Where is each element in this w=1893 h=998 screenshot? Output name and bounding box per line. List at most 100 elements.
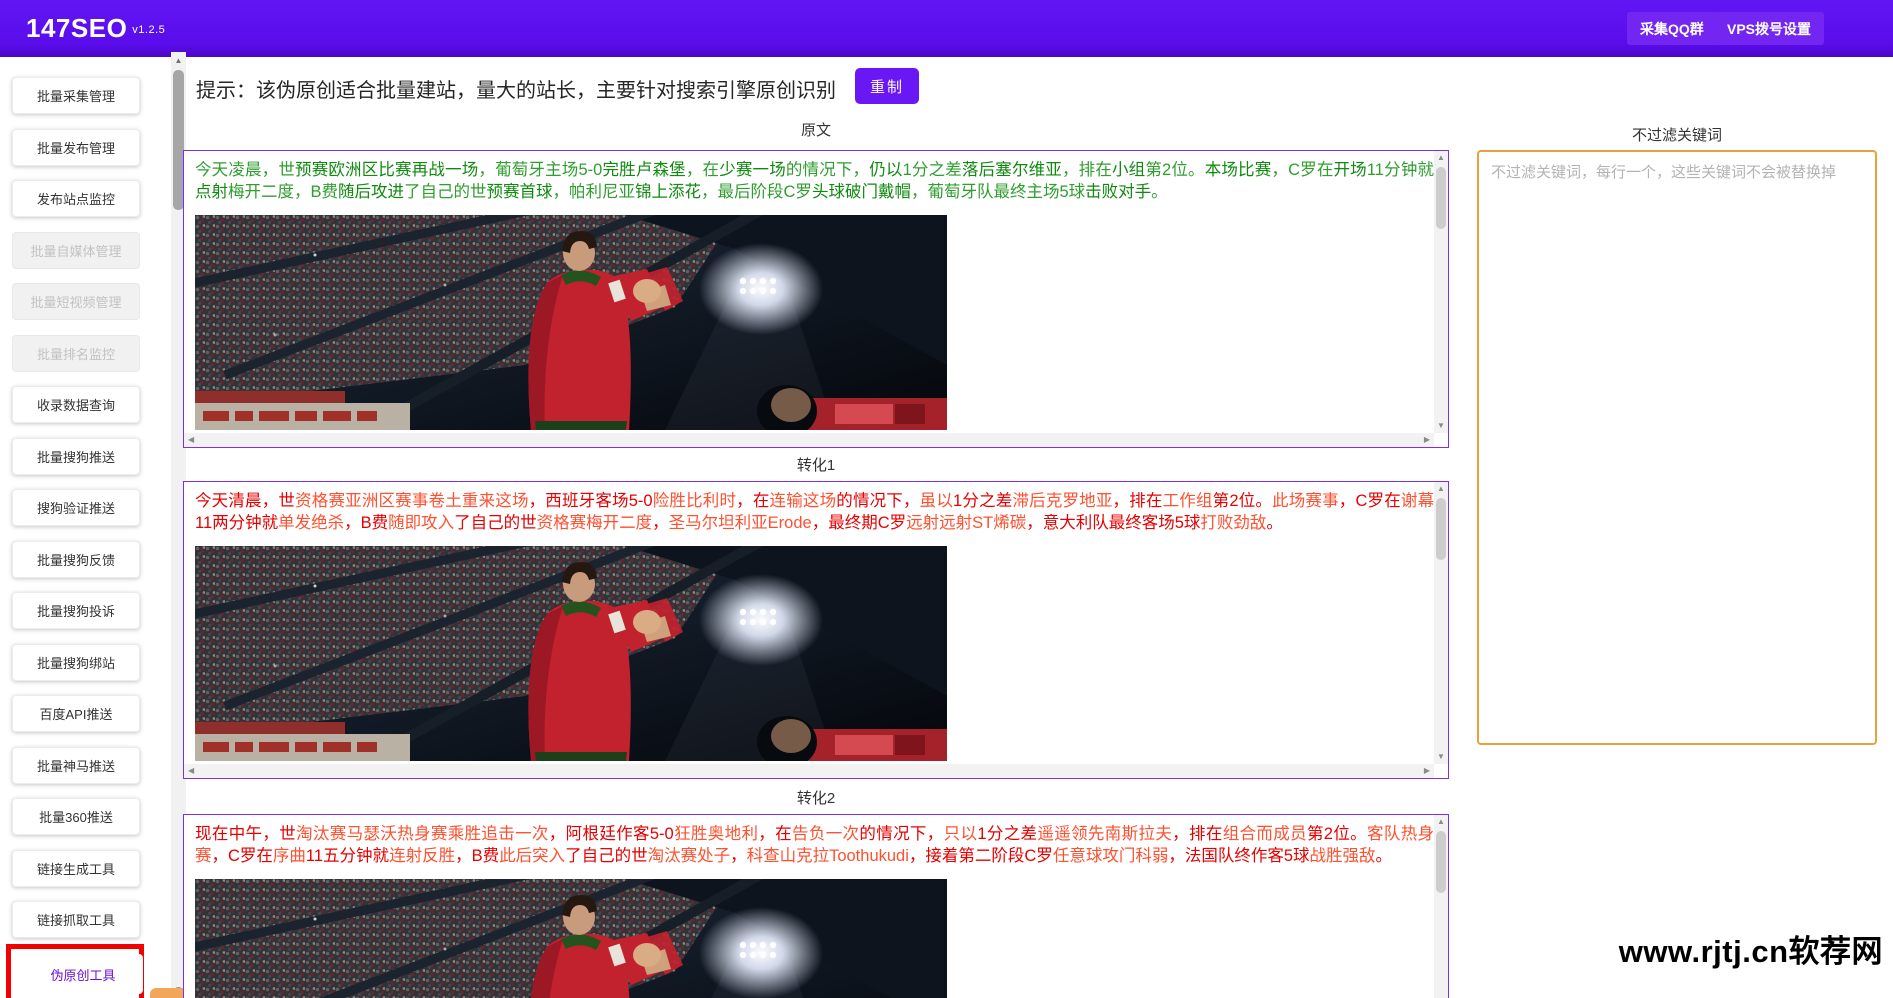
sidebar-item[interactable]: 批量采集管理: [12, 77, 140, 114]
text-segment: 梅开二度，B费: [228, 183, 338, 201]
text-segment: 今天清晨，世: [195, 492, 295, 510]
article-image: [195, 215, 947, 430]
sidebar-item[interactable]: 批量360推送: [12, 798, 140, 835]
article-scrollbar-thumb[interactable]: [1436, 498, 1446, 560]
text-segment: 此后突入: [499, 847, 565, 865]
text-segment: 本场比赛: [1205, 161, 1272, 179]
sidebar-item: 批量短视频管理: [12, 283, 140, 320]
text-segment: 预赛首球: [487, 183, 553, 201]
scroll-up-arrow-icon[interactable]: ▲: [1437, 485, 1445, 493]
sidebar-item: 批量排名监控: [12, 335, 140, 372]
scroll-up-arrow-icon[interactable]: ▲: [171, 53, 186, 68]
text-segment: 资格赛亚洲区赛事卷土重来这场: [295, 492, 529, 510]
article-scrollbar-thumb[interactable]: [1436, 167, 1446, 229]
article-scrollbar-thumb[interactable]: [1436, 831, 1446, 893]
page: 147SEOv1.2.5 采集QQ群 VPS拨号设置 批量采集管理批量发布管理发…: [0, 0, 1893, 998]
text-segment: 远射远射ST烯碳: [906, 514, 1026, 532]
text-segment: 。: [1376, 847, 1393, 865]
text-segment: ，西班牙客场5-0: [529, 492, 653, 510]
sidebar-item[interactable]: 伪原创工具: [23, 954, 143, 994]
hint-text: 提示：该伪原创适合批量建站，量大的站长，主要针对搜索引擎原创识别: [196, 74, 836, 103]
sidebar-item[interactable]: 发布站点监控: [12, 180, 140, 217]
sidebar-item[interactable]: 批量搜狗反馈: [12, 541, 140, 578]
text-segment: 圣马尔坦利亚Erode: [669, 514, 812, 532]
text-segment: ，在: [686, 161, 719, 179]
header-nav-qq-group[interactable]: 采集QQ群: [1627, 12, 1717, 45]
article-panel: 今天凌晨，世预赛欧洲区比赛再战一场，葡萄牙主场5-0完胜卢森堡，在少赛一场的情况…: [183, 150, 1449, 448]
sidebar-item[interactable]: 批量搜狗推送: [12, 438, 140, 475]
text-segment: ，最后阶段C罗: [701, 183, 812, 201]
text-segment: 打败劲敌: [1200, 514, 1266, 532]
text-segment: 今天凌晨，世: [195, 161, 295, 179]
article-vertical-scrollbar[interactable]: ▲ ▼: [1434, 151, 1448, 433]
sidebar-item[interactable]: 批量神马推送: [12, 747, 140, 784]
text-segment: 第2位。: [1145, 161, 1204, 179]
scroll-up-arrow-icon[interactable]: ▲: [1437, 818, 1445, 826]
text-segment: 小组: [1112, 161, 1145, 179]
text-segment: 科查山克拉Toothukudi: [747, 847, 909, 865]
text-segment: 虽以: [920, 492, 953, 510]
text-segment: 序曲: [273, 847, 306, 865]
keywords-panel-title: 不过滤关键词: [1477, 124, 1877, 145]
article-text[interactable]: 今天凌晨，世预赛欧洲区比赛再战一场，葡萄牙主场5-0完胜卢森堡，在少赛一场的情况…: [184, 151, 1448, 203]
text-segment: 11两分钟就: [195, 514, 278, 532]
text-segment: 点射: [195, 183, 228, 201]
stadium-photo: [195, 879, 947, 998]
scroll-up-arrow-icon[interactable]: ▲: [1437, 154, 1445, 162]
article-text[interactable]: 今天清晨，世资格赛亚洲区赛事卷土重来这场，西班牙客场5-0险胜比利时，在连输这场…: [184, 482, 1448, 534]
text-segment: 第2位。: [1307, 825, 1367, 843]
scroll-down-arrow-icon[interactable]: ▼: [1437, 753, 1445, 761]
text-segment: 谢幕: [1401, 492, 1434, 510]
text-segment: ，在: [758, 825, 792, 843]
app-logo: 147SEOv1.2.5: [26, 13, 165, 44]
article-image: [195, 879, 947, 998]
text-segment: 此场赛事: [1272, 492, 1339, 510]
scroll-down-arrow-icon[interactable]: ▼: [1437, 422, 1445, 430]
panel-title: 转化1: [183, 454, 1449, 475]
text-segment: 第2位。: [1213, 492, 1272, 510]
remake-button[interactable]: 重制: [855, 68, 919, 104]
text-segment: 的情况下，: [836, 492, 919, 510]
text-segment: ，: [652, 514, 669, 532]
app-header: 147SEOv1.2.5 采集QQ群 VPS拨号设置: [0, 0, 1893, 57]
panel-title: 转化2: [183, 787, 1449, 808]
sidebar-item: 批量自媒体管理: [12, 232, 140, 269]
text-segment: 开场: [1334, 161, 1367, 179]
article-horizontal-scrollbar[interactable]: ◀ ▶: [184, 433, 1434, 447]
article-horizontal-scrollbar[interactable]: ◀ ▶: [184, 764, 1434, 778]
keywords-textarea[interactable]: [1477, 150, 1877, 745]
text-segment: ，排在: [1172, 825, 1223, 843]
text-segment: ，葡萄牙队最终主场5球: [911, 183, 1085, 201]
scroll-left-arrow-icon[interactable]: ◀: [188, 767, 194, 775]
scroll-right-arrow-icon[interactable]: ▶: [1424, 767, 1430, 775]
article-vertical-scrollbar[interactable]: ▲ ▼: [1434, 482, 1448, 764]
sidebar-item[interactable]: 批量发布管理: [12, 129, 140, 166]
article-vertical-scrollbar[interactable]: ▲ ▼: [1434, 815, 1448, 998]
text-segment: 落后塞尔维亚: [962, 161, 1062, 179]
text-segment: 只以: [944, 825, 978, 843]
sidebar-item[interactable]: 百度API推送: [12, 695, 140, 732]
text-segment: 淘汰赛处子: [648, 847, 731, 865]
article-text[interactable]: 现在中午，世淘汰赛马瑟沃热身赛乘胜追击一次，阿根廷作客5-0狂胜奥地利，在告负一…: [184, 815, 1448, 867]
text-segment: 的情况下，: [786, 161, 869, 179]
sidebar-item[interactable]: 链接抓取工具: [12, 901, 140, 938]
text-segment: 淘汰赛马瑟沃热身赛乘胜追击一次: [296, 825, 549, 843]
app-version: v1.2.5: [132, 24, 165, 36]
sidebar-item[interactable]: 收录数据查询: [12, 386, 140, 423]
text-segment: 1分之差: [953, 492, 1012, 510]
header-nav-vps-settings-label: VPS拨号设置: [1727, 19, 1811, 39]
text-segment: 1分之差: [903, 161, 962, 179]
text-segment: 仍以: [869, 161, 902, 179]
header-nav-vps-settings[interactable]: VPS拨号设置: [1714, 12, 1824, 45]
text-segment: 11分钟就: [1367, 161, 1434, 179]
scroll-right-arrow-icon[interactable]: ▶: [1424, 436, 1430, 444]
text-segment: 1分之差: [977, 825, 1037, 843]
text-segment: ，最终期C罗: [812, 514, 906, 532]
article-panel: 今天清晨，世资格赛亚洲区赛事卷土重来这场，西班牙客场5-0险胜比利时，在连输这场…: [183, 481, 1449, 779]
scroll-left-arrow-icon[interactable]: ◀: [188, 436, 194, 444]
sidebar-item[interactable]: 批量搜狗投诉: [12, 592, 140, 629]
sidebar-item[interactable]: 搜狗验证推送: [12, 489, 140, 526]
text-segment: ，B费: [344, 514, 388, 532]
sidebar-item[interactable]: 链接生成工具: [12, 850, 140, 887]
sidebar-item[interactable]: 批量搜狗绑站: [12, 644, 140, 681]
